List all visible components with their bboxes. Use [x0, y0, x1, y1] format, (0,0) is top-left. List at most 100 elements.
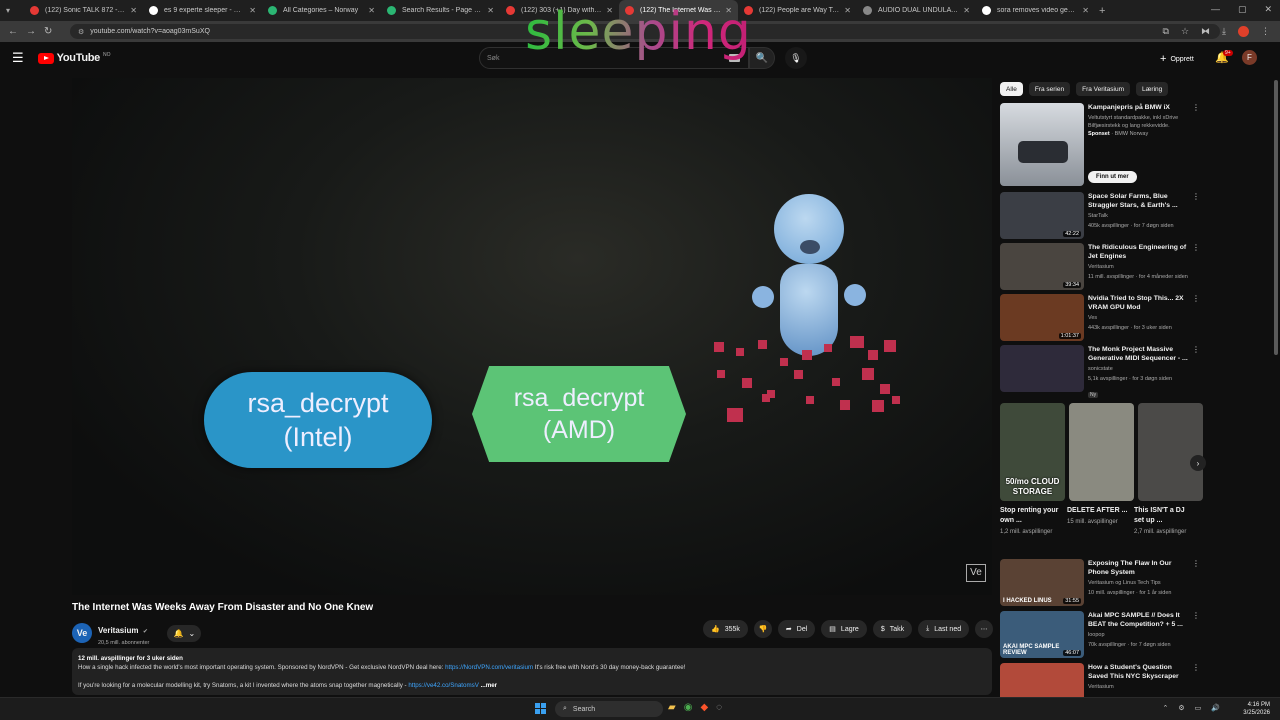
- create-button[interactable]: + Opprett: [1160, 53, 1194, 65]
- thanks-button[interactable]: $ Takk: [872, 620, 913, 638]
- short-thumbnail[interactable]: 50/mo CLOUD STORAGE: [1000, 403, 1065, 501]
- maximize-icon[interactable]: ▢: [1238, 4, 1247, 15]
- share-button[interactable]: ➦ Del: [777, 620, 816, 638]
- channel-avatar[interactable]: Ve: [72, 623, 92, 643]
- recommendation-item[interactable]: The Monk Project Massive Generative MIDI…: [1000, 345, 1200, 401]
- recommendation-menu-icon[interactable]: ⋮: [1192, 611, 1200, 658]
- browser-tab[interactable]: (122) Sonic TALK 872 - Nadia ✕: [24, 0, 143, 21]
- browser-tab[interactable]: (122) People are Way Too Crea ✕: [738, 0, 857, 21]
- recommendation-title[interactable]: The Monk Project Massive Generative MIDI…: [1088, 345, 1190, 363]
- recommendation-title[interactable]: Space Solar Farms, Blue Straggler Stars,…: [1088, 192, 1190, 210]
- browser-tab[interactable]: AUDIO DUAL UNDULA OSCILL ✕: [857, 0, 976, 21]
- tab-close-icon[interactable]: ✕: [487, 6, 494, 15]
- app-icon[interactable]: ◌: [716, 702, 722, 713]
- description-box[interactable]: 12 mill. avspillinger for 3 uker siden H…: [72, 648, 992, 695]
- chrome-icon[interactable]: ◉: [684, 702, 693, 713]
- recommendation-item[interactable]: 39:34 The Ridiculous Engineering of Jet E…: [1000, 243, 1200, 290]
- search-button[interactable]: 🔍: [749, 47, 775, 69]
- recommendation-title[interactable]: Akai MPC SAMPLE // Does It BEAT the Comp…: [1088, 611, 1190, 629]
- recommendation-title[interactable]: The Ridiculous Engineering of Jet Engine…: [1088, 243, 1190, 261]
- recommendation-item[interactable]: AKAI MPC SAMPLE REVIEW 46:07 Akai MPC SAMP…: [1000, 611, 1200, 658]
- windows-start-icon[interactable]: [535, 703, 546, 714]
- filter-chip[interactable]: Alle: [1000, 82, 1023, 96]
- recommendation-item[interactable]: 42:22 Space Solar Farms, Blue Straggler S…: [1000, 192, 1200, 239]
- snatoms-link[interactable]: https://ve42.co/SnatomsV: [408, 682, 479, 689]
- video-thumbnail[interactable]: I HACKED LINUS 31:55: [1000, 559, 1084, 606]
- short-title[interactable]: Stop renting your own ...: [1000, 506, 1062, 526]
- video-thumbnail[interactable]: 1:01:37: [1000, 294, 1084, 341]
- more-actions-button[interactable]: ⋯: [975, 620, 994, 638]
- ad-thumbnail[interactable]: [1000, 103, 1084, 186]
- install-icon[interactable]: ⧉: [1163, 26, 1169, 37]
- download-button[interactable]: ⤓ Last ned: [918, 620, 970, 638]
- video-thumbnail[interactable]: AKAI MPC SAMPLE REVIEW 46:07: [1000, 611, 1084, 658]
- tab-close-icon[interactable]: ✕: [1082, 6, 1089, 15]
- page-scrollbar[interactable]: [1274, 80, 1278, 355]
- recommendation-title[interactable]: Exposing The Flaw In Our Phone System: [1088, 559, 1190, 577]
- nordvpn-link[interactable]: https://NordVPN.com/veritasium: [445, 664, 533, 671]
- browser-tab[interactable]: Search Results - Page 1 - "dual ✕: [381, 0, 500, 21]
- shelf-next-arrow-icon[interactable]: ›: [1190, 455, 1206, 471]
- dislike-button[interactable]: 👎: [753, 620, 772, 638]
- recommendation-menu-icon[interactable]: ⋮: [1192, 192, 1200, 239]
- voice-search-button[interactable]: 🎙: [785, 47, 807, 69]
- bookmark-star-icon[interactable]: ☆: [1181, 26, 1189, 37]
- recommendation-channel[interactable]: Ves: [1088, 314, 1190, 322]
- browser-profile-avatar[interactable]: [1238, 26, 1249, 37]
- recommendation-item[interactable]: I HACKED LINUS 31:55 Exposing The Flaw In …: [1000, 559, 1200, 606]
- brave-icon[interactable]: ◆: [700, 702, 708, 713]
- video-thumbnail[interactable]: 42:22: [1000, 192, 1084, 239]
- ad-menu-icon[interactable]: ⋮: [1192, 103, 1200, 186]
- tab-close-icon[interactable]: ✕: [130, 6, 137, 15]
- volume-icon[interactable]: 🔊: [1211, 704, 1220, 712]
- network-icon[interactable]: ▭: [1195, 704, 1202, 712]
- taskbar-search[interactable]: ⌕ Search: [555, 701, 663, 717]
- recommendation-channel[interactable]: StarTalk: [1088, 212, 1190, 220]
- save-button[interactable]: ▤ Lagre: [821, 620, 867, 638]
- account-avatar[interactable]: F: [1242, 50, 1257, 65]
- ad-cta-button[interactable]: Finn ut mer: [1088, 171, 1137, 183]
- close-window-icon[interactable]: ✕: [1264, 4, 1272, 15]
- recommendation-menu-icon[interactable]: ⋮: [1192, 294, 1200, 341]
- tab-close-icon[interactable]: ✕: [844, 6, 851, 15]
- recommendation-item[interactable]: 1:01:37 Nvidia Tried to Stop This... 2X V…: [1000, 294, 1200, 341]
- back-icon[interactable]: ←: [8, 26, 26, 37]
- recommendation-channel[interactable]: Veritasium: [1088, 263, 1190, 271]
- system-clock[interactable]: 4:16 PM 3/25/2026: [1243, 701, 1270, 717]
- more-link[interactable]: ...mer: [481, 682, 498, 689]
- browser-tab[interactable]: sora removes video generating ✕: [976, 0, 1095, 21]
- short-title[interactable]: This ISN'T a DJ set up ...: [1134, 506, 1196, 526]
- video-player[interactable]: rsa_decrypt (Intel) rsa_decrypt (AMD) Ve: [72, 78, 992, 595]
- like-button[interactable]: 👍 355k: [703, 620, 748, 638]
- recommendation-menu-icon[interactable]: ⋮: [1192, 559, 1200, 606]
- forward-icon[interactable]: →: [26, 26, 44, 37]
- site-info-icon[interactable]: ⚙: [78, 28, 84, 36]
- minimize-icon[interactable]: —: [1211, 4, 1220, 15]
- browser-menu-icon[interactable]: ⋮: [1261, 26, 1270, 37]
- recommendation-title[interactable]: Nvidia Tried to Stop This... 2X VRAM GPU…: [1088, 294, 1190, 312]
- short-thumbnail[interactable]: [1138, 403, 1203, 501]
- reload-icon[interactable]: ↻: [44, 26, 62, 37]
- tab-close-icon[interactable]: ✕: [963, 6, 970, 15]
- filter-chip[interactable]: Læring: [1136, 82, 1169, 96]
- filter-chip[interactable]: Fra serien: [1028, 82, 1071, 96]
- browser-tab[interactable]: All Categories – Norway ✕: [262, 0, 381, 21]
- extensions-icon[interactable]: ⧓: [1201, 26, 1210, 37]
- tray-chevron-icon[interactable]: ⌃: [1163, 704, 1169, 712]
- tab-close-icon[interactable]: ✕: [249, 6, 256, 15]
- subscription-bell-button[interactable]: 🔔 ⌄: [167, 624, 202, 642]
- video-thumbnail[interactable]: 39:34: [1000, 243, 1084, 290]
- file-explorer-icon[interactable]: ▰: [668, 702, 676, 713]
- short-title[interactable]: DELETE AFTER ...: [1067, 506, 1129, 516]
- recommendation-menu-icon[interactable]: ⋮: [1192, 243, 1200, 290]
- filter-chip[interactable]: Fra Veritasium: [1076, 82, 1131, 96]
- channel-watermark[interactable]: Ve: [966, 564, 986, 582]
- channel-name[interactable]: Veritasium: [98, 626, 138, 635]
- tab-search-icon[interactable]: ▾: [6, 6, 20, 15]
- recommendation-channel[interactable]: sonicstate: [1088, 365, 1190, 373]
- downloads-icon[interactable]: ⤓: [1222, 26, 1226, 37]
- tab-close-icon[interactable]: ✕: [368, 6, 375, 15]
- recommendation-channel[interactable]: Veritasium: [1088, 683, 1190, 691]
- guide-menu-icon[interactable]: ☰: [12, 50, 24, 66]
- video-thumbnail[interactable]: [1000, 345, 1084, 392]
